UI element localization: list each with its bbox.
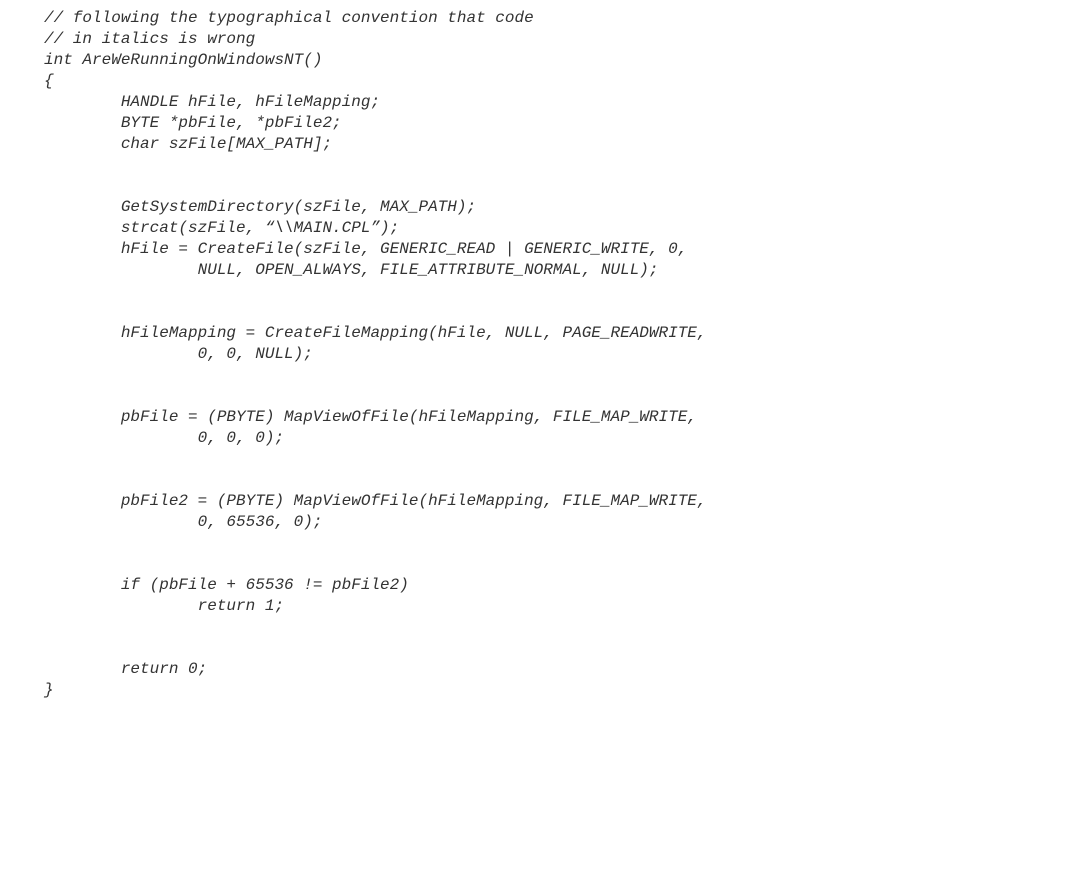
code-block: // following the typographical conventio… <box>44 8 1081 701</box>
